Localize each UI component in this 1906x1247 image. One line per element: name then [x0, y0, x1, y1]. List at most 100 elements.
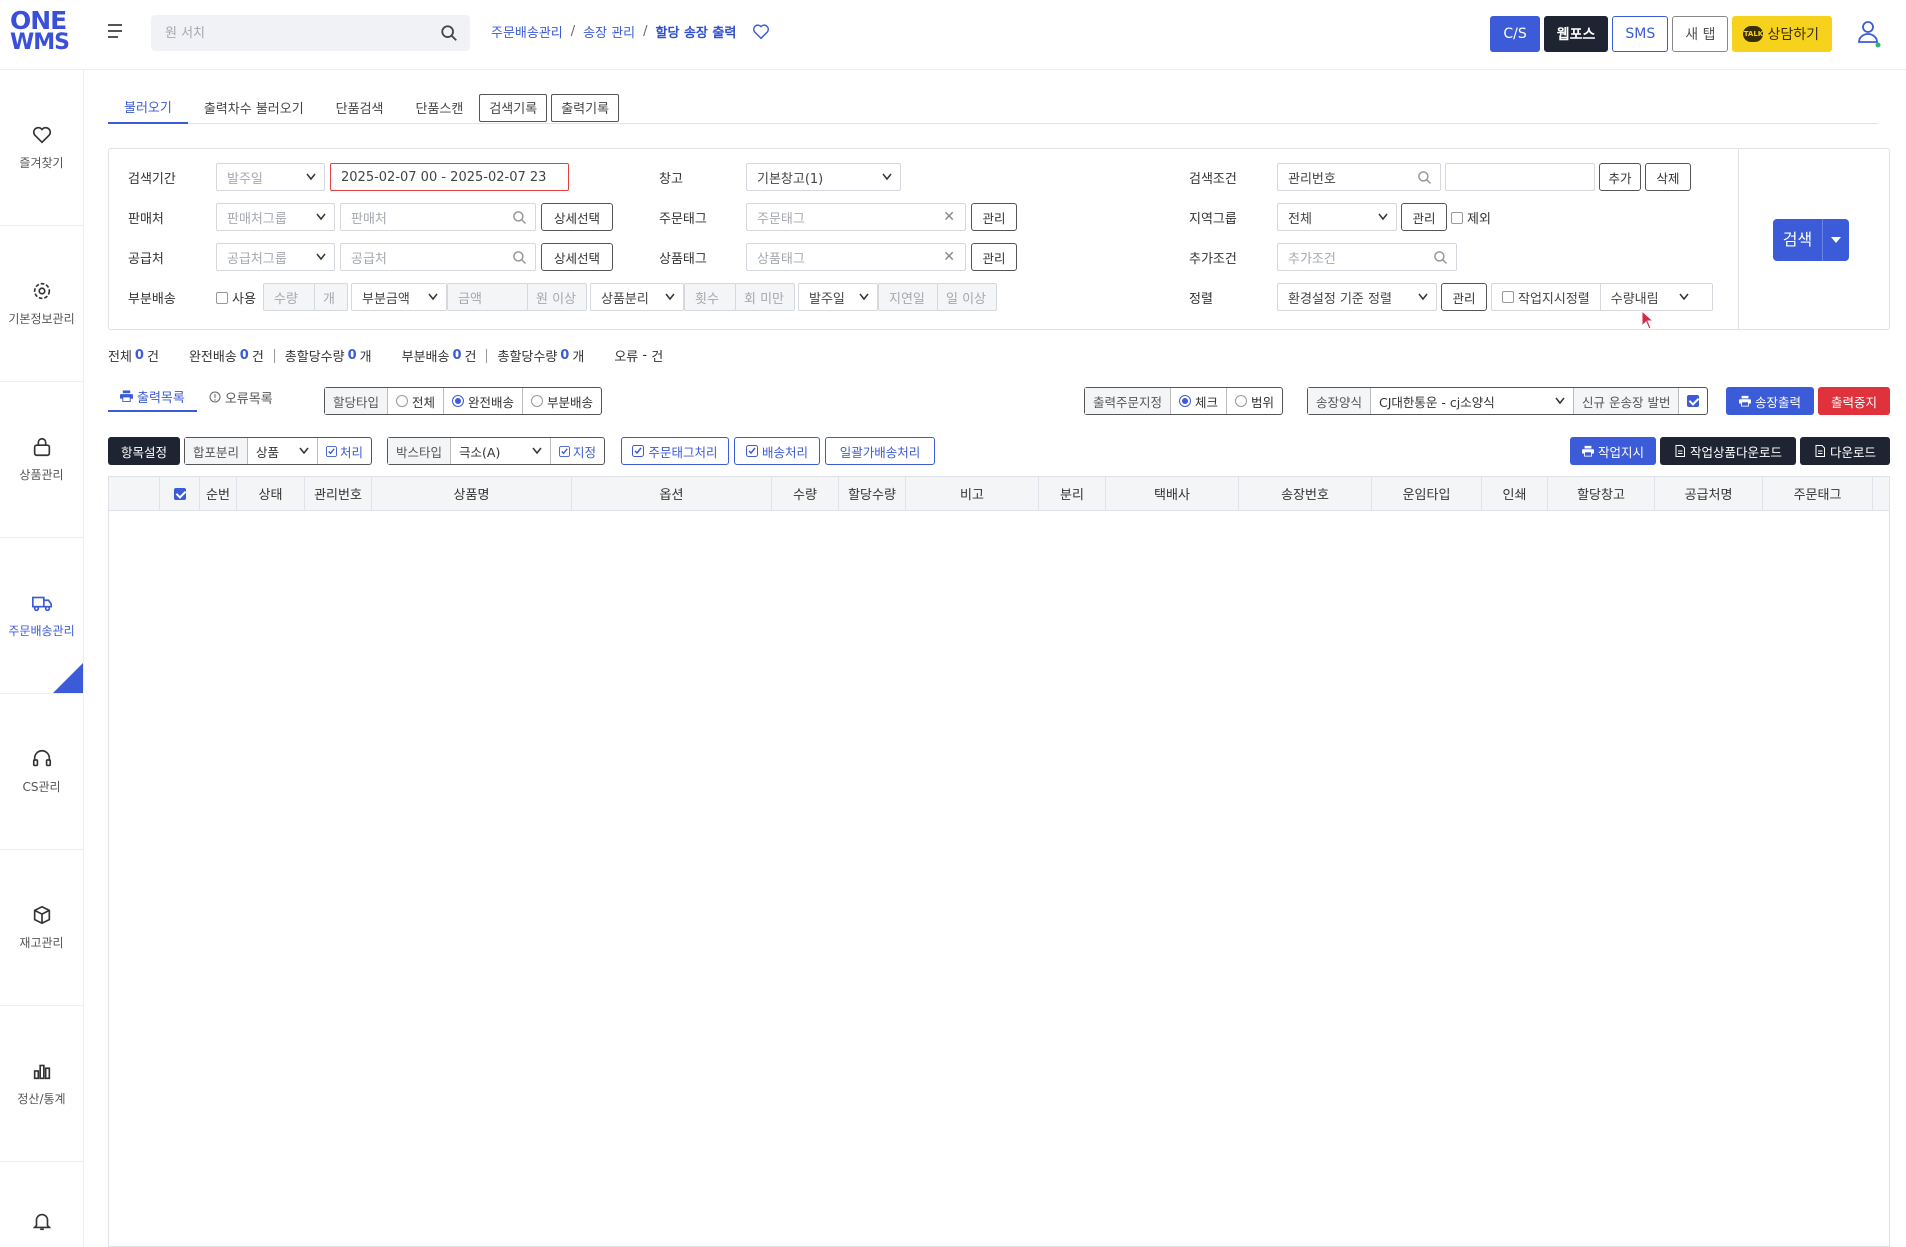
invoice-format-select[interactable]: CJ대한통운 - cj소양식 — [1371, 388, 1575, 414]
search-icon[interactable] — [440, 24, 458, 42]
grid-col-invoice-no[interactable]: 송장번호 — [1239, 477, 1372, 510]
extra-cond-input[interactable]: 추가조건 — [1277, 243, 1457, 271]
webpos-button[interactable]: 웹포스 — [1543, 16, 1609, 52]
sort-select[interactable]: 환경설정 기준 정렬 — [1277, 283, 1437, 311]
print-order-check-radio[interactable]: 체크 — [1171, 388, 1228, 414]
grid-col-carrier[interactable]: 택배사 — [1106, 477, 1239, 510]
warehouse-select[interactable]: 기본창고(1) — [746, 163, 901, 191]
grid-col-manage-no[interactable]: 관리번호 — [305, 477, 372, 510]
sidebar-item-basic-info[interactable]: 기본정보관리 — [0, 226, 83, 382]
region-manage-button[interactable]: 관리 — [1401, 203, 1447, 231]
sms-button[interactable]: SMS — [1612, 16, 1669, 52]
stop-print-button[interactable]: 출력중지 — [1818, 387, 1890, 415]
order-tag-process-button[interactable]: 주문태그처리 — [621, 437, 729, 465]
split-count-input[interactable]: 횟수 — [684, 283, 736, 311]
order-date-select[interactable]: 발주일 — [798, 283, 878, 311]
partial-use-check[interactable] — [216, 291, 228, 304]
new-invoice-checkbox[interactable] — [1679, 388, 1707, 414]
product-tag-input[interactable]: 상품태그 ✕ — [746, 243, 966, 271]
clear-icon[interactable]: ✕ — [943, 209, 955, 225]
alloc-type-full-radio[interactable]: 완전배송 — [444, 388, 524, 414]
grid-col-no[interactable]: 순번 — [200, 477, 237, 510]
cond-value-input[interactable] — [1445, 163, 1595, 191]
alloc-type-partial-radio[interactable]: 부분배송 — [523, 388, 601, 414]
merge-split-process-button[interactable]: 처리 — [318, 438, 371, 464]
product-split-select[interactable]: 상품분리 — [590, 283, 684, 311]
search-button[interactable]: 검색 — [1773, 219, 1849, 261]
tab-load-batch[interactable]: 출력차수 불러오기 — [188, 92, 320, 124]
grid-col-supplier-name[interactable]: 공급처명 — [1655, 477, 1763, 510]
work-order-button[interactable]: 작업지시 — [1570, 437, 1656, 465]
period-range-input[interactable]: 2025-02-07 00 - 2025-02-07 23 — [330, 163, 569, 191]
amount-input[interactable]: 금액 — [447, 283, 528, 311]
work-sort-checkbox[interactable]: 작업지시정렬 — [1492, 284, 1601, 310]
chat-consult-button[interactable]: TALK 상담하기 — [1732, 16, 1832, 52]
tab-error-list[interactable]: 오류목록 — [197, 382, 285, 412]
clear-icon[interactable]: ✕ — [943, 249, 955, 265]
period-type-select[interactable]: 발주일 — [216, 163, 325, 191]
partial-amount-select[interactable]: 부분금액 — [351, 283, 447, 311]
sidebar-item-products[interactable]: 상품관리 — [0, 382, 83, 538]
work-sort-check[interactable] — [1502, 291, 1514, 303]
tab-single-scan[interactable]: 단품스캔 — [400, 92, 480, 124]
grid-col-product-name[interactable]: 상품명 — [372, 477, 572, 510]
tab-single-search[interactable]: 단품검색 — [320, 92, 400, 124]
supplier-detail-button[interactable]: 상세선택 — [541, 243, 613, 271]
work-download-button[interactable]: 작업상품다운로드 — [1660, 437, 1796, 465]
print-invoice-button[interactable]: 송장출력 — [1726, 387, 1814, 415]
region-exclude-checkbox[interactable]: 제외 — [1451, 208, 1491, 227]
sidebar-item-favorites[interactable]: 즐겨찾기 — [0, 70, 83, 226]
hamburger-menu-icon[interactable] — [108, 24, 124, 42]
partial-use-checkbox[interactable]: 사용 — [216, 288, 256, 307]
select-all-check[interactable] — [173, 487, 186, 500]
seller-input[interactable]: 판매처 — [340, 203, 536, 231]
cond-delete-button[interactable]: 삭제 — [1645, 163, 1691, 191]
tab-load[interactable]: 불러오기 — [108, 92, 188, 124]
breadcrumb-item-order-delivery[interactable]: 주문배송관리 — [491, 22, 563, 41]
new-invoice-check[interactable] — [1687, 395, 1700, 407]
order-tag-manage-button[interactable]: 관리 — [971, 203, 1017, 231]
alloc-type-all-radio[interactable]: 전체 — [388, 388, 445, 414]
download-button[interactable]: 다운로드 — [1800, 437, 1890, 465]
search-history-button[interactable]: 검색기록 — [479, 93, 548, 122]
search-dropdown-caret[interactable] — [1823, 236, 1849, 244]
seller-detail-button[interactable]: 상세선택 — [541, 203, 613, 231]
region-select[interactable]: 전체 — [1277, 203, 1397, 231]
sidebar-item-cs[interactable]: CS관리 — [0, 694, 83, 850]
delay-days-input[interactable]: 지연일 — [878, 283, 938, 311]
item-setting-button[interactable]: 항목설정 — [108, 437, 180, 465]
seller-group-select[interactable]: 판매처그룹 — [216, 203, 335, 231]
product-tag-manage-button[interactable]: 관리 — [971, 243, 1017, 271]
print-order-range-radio[interactable]: 범위 — [1227, 388, 1282, 414]
merge-split-select[interactable]: 상품 — [248, 438, 319, 464]
grid-col-option[interactable]: 옵션 — [572, 477, 772, 510]
partial-qty-input[interactable]: 수량 — [263, 283, 315, 311]
cond-select[interactable]: 관리번호 — [1277, 163, 1441, 191]
qty-desc-select[interactable]: 수량내림 — [1601, 284, 1697, 310]
user-profile-icon[interactable] — [1856, 18, 1882, 48]
sidebar-item-notifications[interactable] — [0, 1162, 83, 1247]
cond-add-button[interactable]: 추가 — [1599, 163, 1641, 191]
print-history-button[interactable]: 출력기록 — [551, 93, 620, 122]
grid-col-alloc-qty[interactable]: 할당수량 — [839, 477, 906, 510]
favorite-heart-icon[interactable] — [752, 23, 770, 41]
grid-col-fare-type[interactable]: 운임타입 — [1372, 477, 1482, 510]
sidebar-item-settlement[interactable]: 정산/통계 — [0, 1006, 83, 1162]
sidebar-item-order-delivery[interactable]: 주문배송관리 — [0, 538, 83, 694]
grid-col-select-all[interactable] — [160, 477, 200, 510]
supplier-group-select[interactable]: 공급처그룹 — [216, 243, 335, 271]
supplier-input[interactable]: 공급처 — [340, 243, 536, 271]
order-tag-input[interactable]: 주문태그 ✕ — [746, 203, 966, 231]
global-search-input[interactable] — [151, 15, 421, 51]
breadcrumb-item-invoice[interactable]: 송장 관리 — [583, 22, 635, 41]
grid-col-status[interactable]: 상태 — [237, 477, 305, 510]
ship-process-button[interactable]: 배송처리 — [734, 437, 820, 465]
bulk-ship-button[interactable]: 일괄가배송처리 — [825, 437, 935, 465]
grid-col-memo[interactable]: 비고 — [906, 477, 1039, 510]
new-tab-button[interactable]: 새 탭 — [1672, 16, 1729, 52]
cs-button[interactable]: C/S — [1490, 16, 1540, 52]
logo[interactable]: ONE WMS — [10, 8, 70, 60]
sidebar-item-inventory[interactable]: 재고관리 — [0, 850, 83, 1006]
box-type-assign-button[interactable]: 지정 — [551, 438, 604, 464]
grid-col-qty[interactable]: 수량 — [772, 477, 839, 510]
